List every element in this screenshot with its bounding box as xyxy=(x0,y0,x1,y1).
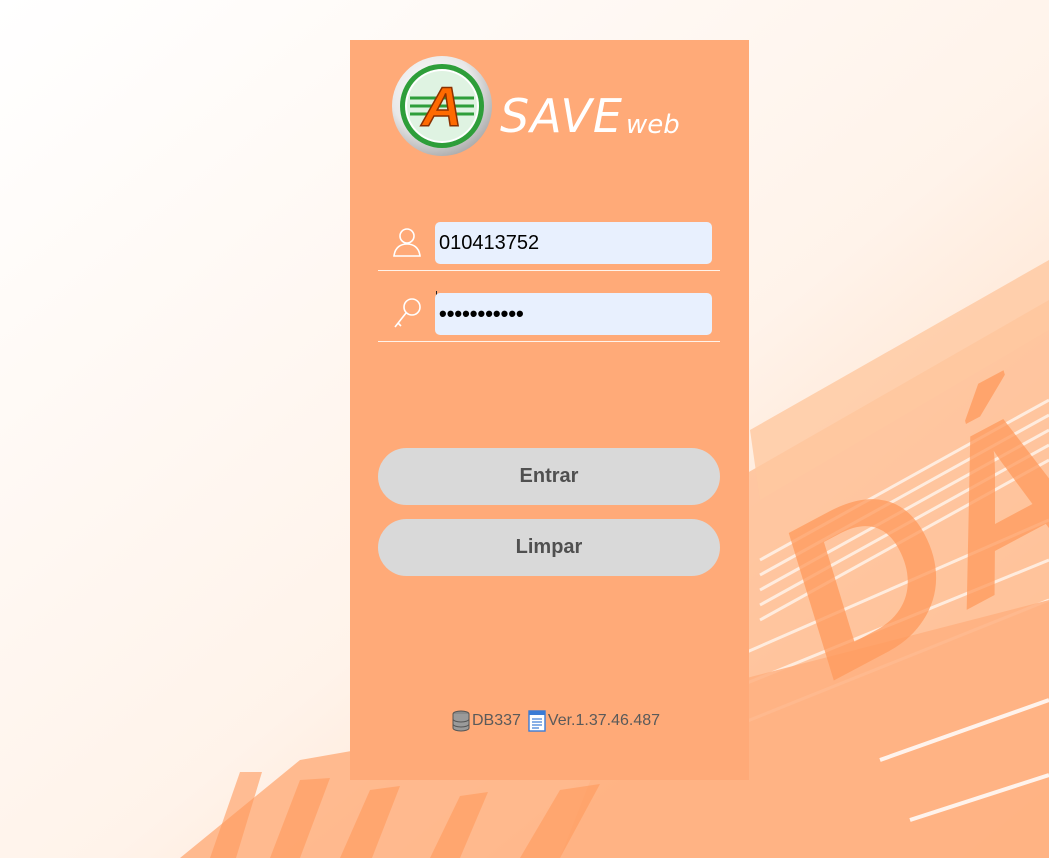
username-input[interactable]: 010413752 xyxy=(435,222,712,264)
database-icon xyxy=(452,710,470,732)
user-icon xyxy=(393,228,421,257)
logo-subtitle: web xyxy=(626,110,680,140)
username-row: 010413752 xyxy=(378,220,720,271)
version-label: Ver.1.37.46.487 xyxy=(547,712,661,729)
saveweb-logo: A SAVE web xyxy=(392,56,680,156)
document-icon xyxy=(528,710,546,732)
logo-letter: A xyxy=(420,75,462,138)
db-label: DB337 xyxy=(472,712,521,729)
logo-title: SAVE xyxy=(500,89,623,143)
password-input[interactable]: ••••••••••• xyxy=(435,293,712,335)
entrar-button[interactable]: Entrar xyxy=(378,448,720,505)
password-row: ••••••••••• xyxy=(378,291,720,342)
key-icon xyxy=(394,298,421,328)
login-panel: A SAVE web 010413752 ••••••••••• Entrar … xyxy=(350,40,749,780)
limpar-button[interactable]: Limpar xyxy=(378,519,720,576)
footer-info: DB337 Ver.1.37.46.487 xyxy=(451,708,660,734)
